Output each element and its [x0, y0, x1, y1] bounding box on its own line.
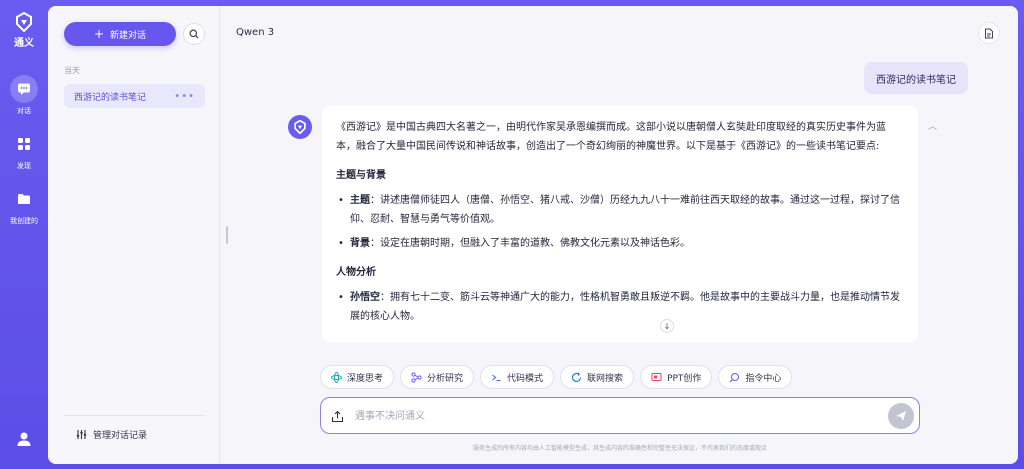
rail-item-label: 发现	[17, 162, 31, 170]
manage-history-label: 管理对话记录	[93, 431, 148, 441]
command-icon	[729, 372, 740, 382]
search-button[interactable]	[183, 23, 205, 45]
tool-command-center[interactable]: 指令中心	[718, 365, 793, 389]
grid-icon	[10, 130, 38, 158]
sidebar-collapse-handle[interactable]	[226, 226, 230, 244]
collapse-answer-icon[interactable]: ︿	[928, 119, 937, 132]
rail-item-discover[interactable]: 发现	[10, 130, 38, 171]
list-item: 背景：设定在唐朝时期，但融入了丰富的道教、佛教文化元素以及神话色彩。	[336, 234, 904, 253]
user-message-bubble: 西游记的读书笔记	[864, 62, 968, 94]
send-button[interactable]	[888, 403, 914, 429]
tool-bar: 深度思考 分析研究 代码模式 联网搜索 PPT创作 指令中心	[320, 365, 793, 389]
list-item-term: 主题	[350, 195, 370, 206]
tool-ppt-create[interactable]: PPT创作	[640, 365, 713, 389]
brand-logo[interactable]: 通义	[14, 12, 34, 49]
atom-icon	[331, 371, 342, 383]
new-chat-button[interactable]: + 新建对话	[64, 22, 176, 46]
tongyi-logo-icon	[16, 12, 32, 32]
terminal-icon	[492, 374, 501, 381]
search-icon	[189, 29, 199, 39]
send-icon	[896, 411, 906, 421]
assistant-avatar	[288, 115, 312, 139]
upload-icon	[331, 410, 344, 423]
answer-list: 孙悟空：拥有七十二变、筋斗云等神通广大的能力，性格机智勇敢且叛逆不羁。他是故事中…	[336, 288, 904, 326]
new-chat-label: 新建对话	[110, 30, 147, 41]
chat-bubble-icon	[10, 75, 38, 103]
folder-icon	[10, 185, 38, 213]
tool-label: 代码模式	[507, 373, 544, 384]
tool-analysis[interactable]: 分析研究	[400, 365, 475, 389]
upload-button[interactable]	[331, 408, 344, 427]
tool-code-mode[interactable]: 代码模式	[480, 365, 555, 389]
list-item-term: 背景	[350, 238, 370, 249]
conversation-title: 西游记的读书笔记	[74, 92, 147, 103]
more-options-icon[interactable]: •••	[174, 91, 195, 102]
document-icon	[985, 28, 993, 38]
rail-item-label: 我创建的	[10, 217, 38, 225]
message-input-box	[320, 397, 920, 434]
list-item-text: ：拥有七十二变、筋斗云等神通广大的能力，性格机智勇敢且叛逆不羁。他是故事中的主要…	[350, 292, 900, 322]
divider	[64, 415, 205, 416]
section-label-today: 当天	[64, 66, 80, 75]
plus-icon: +	[93, 27, 105, 41]
rail-item-label: 对话	[17, 107, 31, 115]
sliders-icon	[76, 430, 87, 439]
nodes-icon	[411, 371, 422, 383]
disclaimer-text: 服务生成的所有内容均由人工智能模型生成，其生成内容的准确性和完整性无法保证，不代…	[472, 445, 767, 452]
conversation-item[interactable]: 西游记的读书笔记 •••	[64, 84, 205, 108]
answer-intro: 《西游记》是中国古典四大名著之一，由明代作家吴承恩编撰而成。这部小说以唐朝僧人玄…	[336, 122, 886, 152]
tool-label: 分析研究	[427, 373, 464, 384]
rail-item-chat[interactable]: 对话	[10, 75, 38, 116]
list-item: 主题：讲述唐僧师徒四人（唐僧、孙悟空、猪八戒、沙僧）历经九九八十一难前往西天取经…	[336, 191, 904, 229]
tool-label: 深度思考	[347, 373, 384, 384]
tool-label: 联网搜索	[587, 373, 624, 384]
app-rail: 通义 对话 发现 我创建的	[0, 0, 48, 469]
list-item-term: 孙悟空	[350, 292, 380, 303]
message-input[interactable]	[355, 407, 875, 425]
rail-item-created[interactable]: 我创建的	[10, 185, 38, 226]
manage-history-button[interactable]: 管理对话记录	[76, 428, 147, 441]
app-window: + 新建对话 当天 西游记的读书笔记 ••• 管理对话记录 Qwen 3 西游记…	[48, 6, 1018, 464]
scroll-down-button[interactable]: ↓	[660, 319, 674, 333]
tool-web-search[interactable]: 联网搜索	[560, 365, 635, 389]
tool-deep-think[interactable]: 深度思考	[320, 365, 395, 389]
answer-list: 主题：讲述唐僧师徒四人（唐僧、孙悟空、猪八戒、沙僧）历经九九八十一难前往西天取经…	[336, 191, 904, 253]
conversation-sidebar: + 新建对话 当天 西游记的读书笔记 ••• 管理对话记录	[48, 6, 220, 464]
share-button[interactable]	[978, 22, 1000, 44]
answer-heading: 人物分析	[336, 267, 376, 278]
list-item: 孙悟空：拥有七十二变、筋斗云等神通广大的能力，性格机智勇敢且叛逆不羁。他是故事中…	[336, 288, 904, 326]
tongyi-logo-icon	[294, 120, 306, 134]
globe-refresh-icon	[572, 371, 582, 382]
chat-panel: Qwen 3 西游记的读书笔记 《西游记》是中国古典四大名著之一，由明代作家吴承…	[220, 6, 1018, 464]
slides-icon	[651, 372, 662, 381]
user-avatar[interactable]	[16, 431, 32, 451]
tool-label: PPT创作	[667, 373, 702, 384]
list-item-text: ：设定在唐朝时期，但融入了丰富的道教、佛教文化元素以及神话色彩。	[370, 238, 690, 249]
person-icon	[17, 432, 31, 446]
model-name[interactable]: Qwen 3	[236, 27, 274, 38]
tool-label: 指令中心	[745, 373, 782, 384]
brand-name: 通义	[14, 38, 34, 49]
assistant-answer: 《西游记》是中国古典四大名著之一，由明代作家吴承恩编撰而成。这部小说以唐朝僧人玄…	[322, 106, 918, 342]
list-item-text: ：讲述唐僧师徒四人（唐僧、孙悟空、猪八戒、沙僧）历经九九八十一难前往西天取经的故…	[350, 195, 900, 225]
answer-heading: 主题与背景	[336, 170, 386, 181]
